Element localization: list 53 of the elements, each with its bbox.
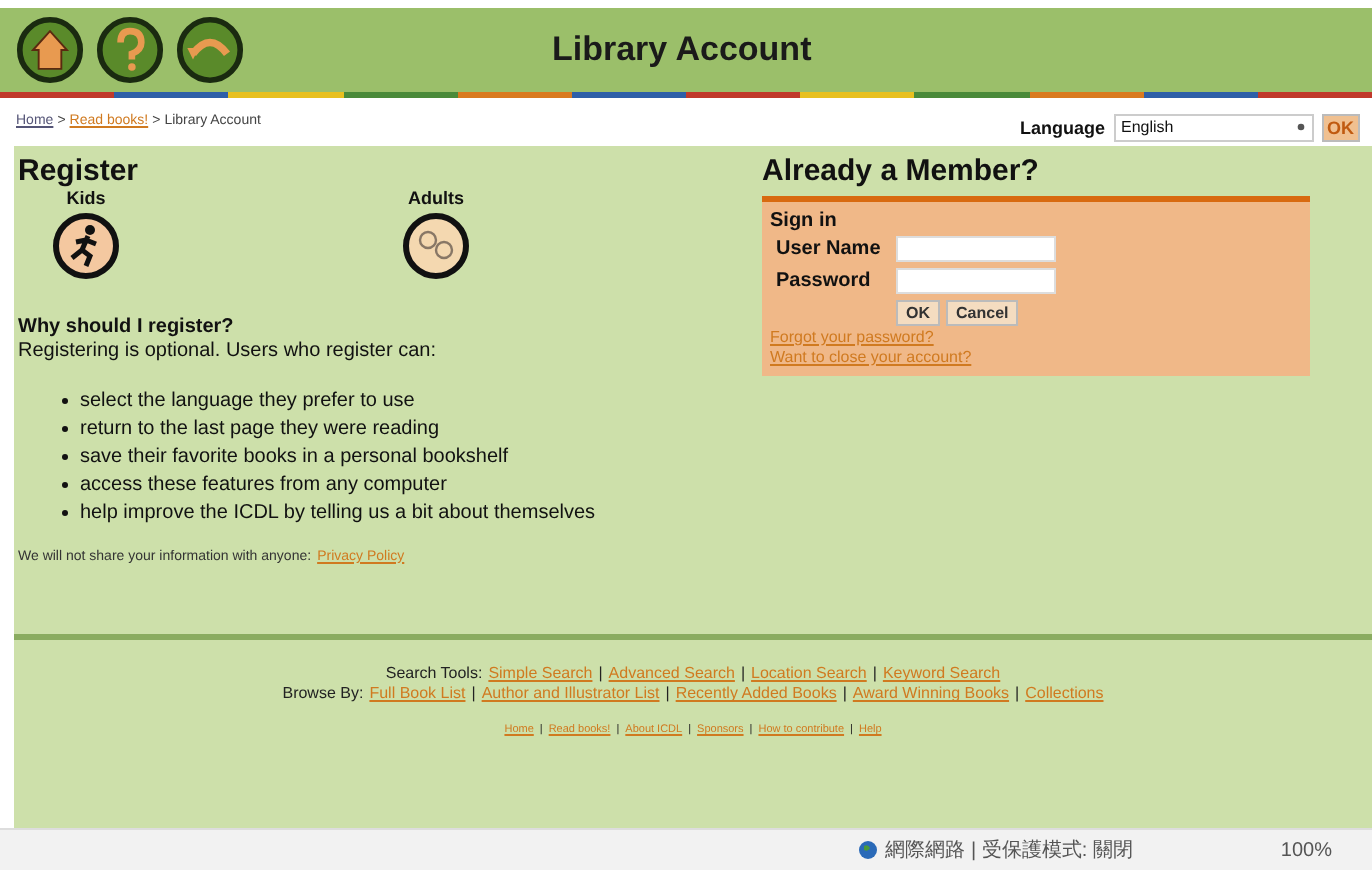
browse-by-label: Browse By: [282,684,364,703]
footer-link[interactable]: Full Book List [369,684,466,703]
search-tools-label: Search Tools: [385,664,483,683]
footer-link[interactable]: Location Search [751,664,867,683]
running-figure-icon[interactable] [52,211,120,280]
bullet-icon [62,454,68,461]
register-option-label: Adults [408,187,464,208]
link-separator: | [1015,684,1020,703]
link-separator: | [872,664,877,683]
benefit-text: access these features from any computer [80,471,447,500]
link-separator: | [665,684,670,703]
why-register-heading: Why should I register? [18,315,236,338]
form-button[interactable]: Cancel [946,299,1019,326]
zoom-level[interactable]: 100% [1280,839,1332,862]
sign-in-heading: Sign in [770,209,839,232]
bullet-icon [62,398,68,405]
input-field[interactable] [896,235,1056,262]
globe-icon [857,840,878,861]
help-icon[interactable] [96,15,164,84]
footer-link[interactable]: Award Winning Books [852,684,1010,703]
benefit-text: return to the last page they were reading [80,415,440,444]
account-link[interactable]: Want to close your account? [770,347,972,366]
security-zone-text: 網際網路 | 受保護模式: 關閉 [885,837,1133,865]
home-icon[interactable] [16,15,84,84]
footer-link[interactable]: Keyword Search [882,664,1001,683]
input-field[interactable] [896,267,1056,294]
page-title: Library Account [552,29,812,70]
footer-link[interactable]: Author and Illustrator List [481,684,660,703]
bullet-icon [62,482,68,489]
link-separator: | [842,684,847,703]
footer-link[interactable]: Advanced Search [608,664,735,683]
footer-link[interactable]: Recently Added Books [675,684,837,703]
bullet-icon [62,510,68,517]
footer-link[interactable]: Collections [1025,684,1104,703]
field-label: User Name [776,237,881,260]
link-separator: | [471,684,476,703]
register-option-label: Kids [66,187,106,208]
language-dropdown[interactable]: English [1113,113,1313,142]
footer-link[interactable]: Simple Search [488,664,593,683]
bullet-icon [62,426,68,433]
member-heading: Already a Member? [762,153,1041,188]
link-separator: | [740,664,746,683]
link-separator: | [598,664,603,683]
field-label: Password [776,269,871,292]
form-button[interactable]: OK [896,299,940,326]
register-heading: Register [18,153,141,188]
language-ok-button[interactable]: OK [1321,113,1360,142]
register-intro: Registering is optional. Users who register can: [18,339,438,362]
benefit-text: help improve the ICDL by telling us a bit about themselves [80,499,596,528]
benefit-text: save their favorite books in a personal bookshelf [80,443,509,472]
language-label: Language [1019,117,1105,138]
benefit-text: select the language they prefer to use [80,387,415,416]
account-link[interactable]: Forgot your password? [770,327,934,346]
